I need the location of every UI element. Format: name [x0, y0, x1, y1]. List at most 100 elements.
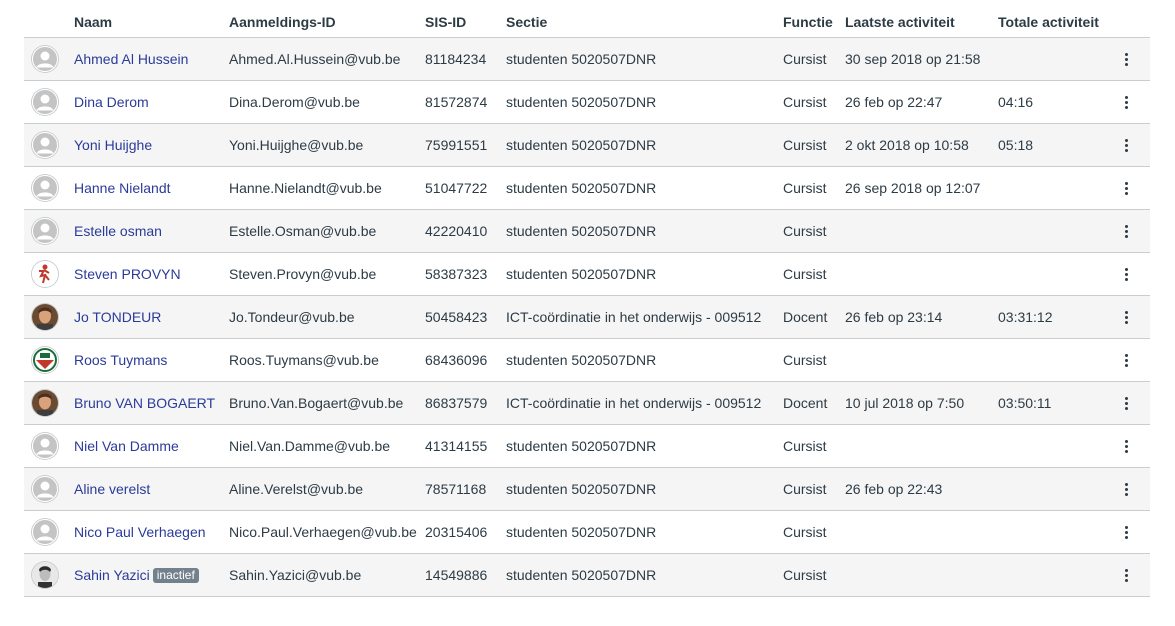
header-sis-id[interactable]: SIS-ID: [425, 14, 466, 31]
default-avatar-icon[interactable]: [32, 89, 58, 115]
sis-id-cell: 68436096: [425, 352, 488, 368]
header-role[interactable]: Functie: [783, 14, 833, 31]
header-name[interactable]: Naam: [74, 14, 112, 31]
name-cell: Dina Derom: [74, 94, 149, 111]
table-row: Hanne Nielandt Hanne.Nielandt@vub.be 51047…: [24, 167, 1150, 210]
user-name-link[interactable]: Niel Van Damme: [74, 438, 179, 454]
table-row: Jo TONDEUR Jo.Tondeur@vub.be 50458423 ICT-c…: [24, 296, 1150, 339]
role-cell: Cursist: [783, 223, 827, 239]
default-avatar-icon[interactable]: [32, 175, 58, 201]
user-name-link[interactable]: Ahmed Al Hussein: [74, 51, 188, 67]
name-cell: Roos Tuymans: [74, 352, 167, 369]
section-cell: studenten 5020507DNR: [506, 180, 657, 196]
user-name-link[interactable]: Estelle osman: [74, 223, 162, 239]
user-name-link[interactable]: Jo TONDEUR: [74, 309, 161, 325]
name-cell: Yoni Huijghe: [74, 137, 152, 154]
role-cell: Cursist: [783, 567, 827, 583]
role-cell: Cursist: [783, 438, 827, 454]
user-name-link[interactable]: Dina Derom: [74, 94, 149, 110]
table-body: Ahmed Al Hussein Ahmed.Al.Hussein@vub.be 8…: [24, 38, 1150, 597]
kebab-menu-icon[interactable]: [1118, 348, 1136, 372]
user-name-link[interactable]: Steven PROVYN: [74, 266, 181, 282]
table-row: Roos Tuymans Roos.Tuymans@vub.be 68436096 s…: [24, 339, 1150, 382]
header-last-activity[interactable]: Laatste activiteit: [845, 14, 955, 31]
header-section[interactable]: Sectie: [506, 14, 547, 31]
login-id-cell: Nico.Paul.Verhaegen@vub.be: [229, 524, 417, 540]
name-cell: Bruno VAN BOGAERT: [74, 395, 215, 412]
total-activity-cell: 04:16: [998, 94, 1034, 110]
last-activity-cell: 26 feb op 22:47: [845, 94, 943, 110]
table-row: Dina Derom Dina.Derom@vub.be 81572874 stude…: [24, 81, 1150, 124]
role-cell: Cursist: [783, 51, 827, 67]
runner-avatar-icon[interactable]: [32, 261, 58, 287]
section-cell: studenten 5020507DNR: [506, 223, 657, 239]
sis-id-cell: 51047722: [425, 180, 488, 196]
name-cell: Estelle osman: [74, 223, 162, 240]
default-avatar-icon[interactable]: [32, 519, 58, 545]
emblem-avatar-icon[interactable]: [32, 347, 58, 373]
kebab-menu-icon[interactable]: [1118, 262, 1136, 286]
user-name-link[interactable]: Roos Tuymans: [74, 352, 167, 368]
table-row: Steven PROVYN Steven.Provyn@vub.be 5838732…: [24, 253, 1150, 296]
kebab-menu-icon[interactable]: [1118, 520, 1136, 544]
people-table: Naam Aanmeldings-ID SIS-ID Sectie Functi…: [24, 0, 1150, 597]
header-total-activity[interactable]: Totale activiteit: [998, 14, 1099, 31]
sis-id-cell: 41314155: [425, 438, 488, 454]
section-cell: studenten 5020507DNR: [506, 352, 657, 368]
default-avatar-icon[interactable]: [32, 433, 58, 459]
sis-id-cell: 14549886: [425, 567, 488, 583]
header-login-id[interactable]: Aanmeldings-ID: [229, 14, 336, 31]
table-row: Niel Van Damme Niel.Van.Damme@vub.be 41314…: [24, 425, 1150, 468]
photo-avatar-icon[interactable]: [32, 304, 58, 330]
role-cell: Docent: [783, 395, 828, 411]
default-avatar-icon[interactable]: [32, 218, 58, 244]
kebab-menu-icon[interactable]: [1118, 90, 1136, 114]
sis-id-cell: 42220410: [425, 223, 488, 239]
table-row: Sahin Yazici inactief Sahin.Yazici@vub.be 1…: [24, 554, 1150, 597]
section-cell: studenten 5020507DNR: [506, 94, 657, 110]
kebab-menu-icon[interactable]: [1118, 477, 1136, 501]
inactive-badge: inactief: [152, 568, 199, 583]
kebab-menu-icon[interactable]: [1118, 305, 1136, 329]
bw-photo-avatar-icon[interactable]: [32, 562, 58, 588]
sis-id-cell: 58387323: [425, 266, 488, 282]
default-avatar-icon[interactable]: [32, 46, 58, 72]
photo-avatar-icon[interactable]: [32, 390, 58, 416]
kebab-menu-icon[interactable]: [1118, 133, 1136, 157]
name-cell: Aline verelst: [74, 481, 150, 498]
kebab-menu-icon[interactable]: [1118, 563, 1136, 587]
user-name-link[interactable]: Sahin Yazici: [74, 567, 150, 583]
total-activity-cell: 03:31:12: [998, 309, 1053, 325]
sis-id-cell: 20315406: [425, 524, 488, 540]
section-cell: studenten 5020507DNR: [506, 137, 657, 153]
sis-id-cell: 78571168: [425, 481, 487, 497]
role-cell: Cursist: [783, 180, 827, 196]
kebab-menu-icon[interactable]: [1118, 434, 1136, 458]
last-activity-cell: 26 sep 2018 op 12:07: [845, 180, 981, 196]
kebab-menu-icon[interactable]: [1118, 47, 1136, 71]
user-name-link[interactable]: Hanne Nielandt: [74, 180, 171, 196]
kebab-menu-icon[interactable]: [1118, 391, 1136, 415]
sis-id-cell: 86837579: [425, 395, 488, 411]
table-row: Bruno VAN BOGAERT Bruno.Van.Bogaert@vub.b…: [24, 382, 1150, 425]
section-cell: studenten 5020507DNR: [506, 481, 657, 497]
kebab-menu-icon[interactable]: [1118, 219, 1136, 243]
last-activity-cell: 26 feb op 23:14: [845, 309, 943, 325]
total-activity-cell: 05:18: [998, 137, 1034, 153]
default-avatar-icon[interactable]: [32, 132, 58, 158]
user-name-link[interactable]: Bruno VAN BOGAERT: [74, 395, 215, 411]
table-row: Nico Paul Verhaegen Nico.Paul.Verhaegen@v…: [24, 511, 1150, 554]
login-id-cell: Estelle.Osman@vub.be: [229, 223, 377, 239]
table-row: Aline verelst Aline.Verelst@vub.be 7857116…: [24, 468, 1150, 511]
kebab-menu-icon[interactable]: [1118, 176, 1136, 200]
login-id-cell: Dina.Derom@vub.be: [229, 94, 360, 110]
section-cell: ICT-coördinatie in het onderwijs - 00951…: [506, 395, 762, 411]
name-cell: Steven PROVYN: [74, 266, 181, 283]
role-cell: Docent: [783, 309, 828, 325]
login-id-cell: Yoni.Huijghe@vub.be: [229, 137, 364, 153]
user-name-link[interactable]: Nico Paul Verhaegen: [74, 524, 206, 540]
user-name-link[interactable]: Yoni Huijghe: [74, 137, 152, 153]
table-row: Estelle osman Estelle.Osman@vub.be 4222041…: [24, 210, 1150, 253]
default-avatar-icon[interactable]: [32, 476, 58, 502]
user-name-link[interactable]: Aline verelst: [74, 481, 150, 497]
